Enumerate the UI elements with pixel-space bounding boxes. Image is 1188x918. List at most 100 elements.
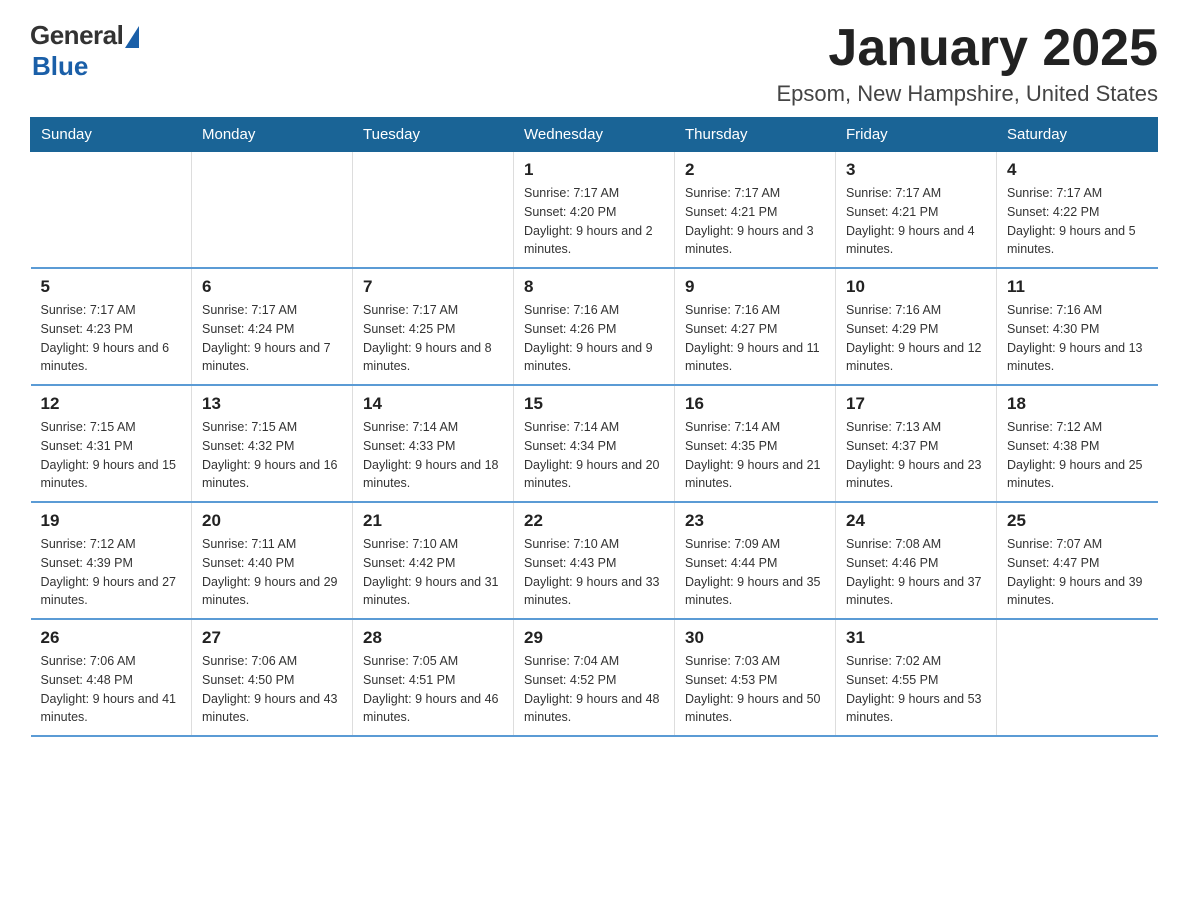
- day-info: Sunrise: 7:09 AMSunset: 4:44 PMDaylight:…: [685, 535, 825, 610]
- day-number: 22: [524, 511, 664, 531]
- calendar-week-row: 5Sunrise: 7:17 AMSunset: 4:23 PMDaylight…: [31, 268, 1158, 385]
- day-number: 3: [846, 160, 986, 180]
- day-info: Sunrise: 7:16 AMSunset: 4:30 PMDaylight:…: [1007, 301, 1148, 376]
- calendar-week-row: 12Sunrise: 7:15 AMSunset: 4:31 PMDayligh…: [31, 385, 1158, 502]
- calendar-cell: 24 Sunrise: 7:08 AMSunset: 4:46 PMDayligh…: [836, 502, 997, 619]
- day-number: 25: [1007, 511, 1148, 531]
- day-number: 5: [41, 277, 182, 297]
- day-info: Sunrise: 7:16 AMSunset: 4:29 PMDaylight:…: [846, 301, 986, 376]
- calendar-cell: 26 Sunrise: 7:06 AMSunset: 4:48 PMDayligh…: [31, 619, 192, 736]
- calendar-cell: 8 Sunrise: 7:16 AMSunset: 4:26 PMDaylight…: [514, 268, 675, 385]
- logo-blue-text: Blue: [32, 51, 88, 82]
- calendar-cell: [997, 619, 1158, 736]
- weekday-header-monday: Monday: [192, 118, 353, 152]
- logo: General Blue: [30, 20, 139, 82]
- calendar-cell: 9 Sunrise: 7:16 AMSunset: 4:27 PMDaylight…: [675, 268, 836, 385]
- calendar-cell: 4 Sunrise: 7:17 AMSunset: 4:22 PMDaylight…: [997, 152, 1158, 269]
- day-number: 13: [202, 394, 342, 414]
- day-number: 31: [846, 628, 986, 648]
- day-info: Sunrise: 7:12 AMSunset: 4:38 PMDaylight:…: [1007, 418, 1148, 493]
- day-number: 4: [1007, 160, 1148, 180]
- day-number: 15: [524, 394, 664, 414]
- day-number: 11: [1007, 277, 1148, 297]
- calendar-cell: 12Sunrise: 7:15 AMSunset: 4:31 PMDayligh…: [31, 385, 192, 502]
- day-info: Sunrise: 7:13 AMSunset: 4:37 PMDaylight:…: [846, 418, 986, 493]
- calendar-cell: 25 Sunrise: 7:07 AMSunset: 4:47 PMDayligh…: [997, 502, 1158, 619]
- calendar-week-row: 1 Sunrise: 7:17 AMSunset: 4:20 PMDaylight…: [31, 152, 1158, 269]
- calendar-cell: 10 Sunrise: 7:16 AMSunset: 4:29 PMDayligh…: [836, 268, 997, 385]
- location-text: Epsom, New Hampshire, United States: [777, 81, 1159, 107]
- calendar-week-row: 19 Sunrise: 7:12 AMSunset: 4:39 PMDayligh…: [31, 502, 1158, 619]
- day-info: Sunrise: 7:17 AMSunset: 4:20 PMDaylight:…: [524, 184, 664, 259]
- day-number: 26: [41, 628, 182, 648]
- calendar-cell: 19 Sunrise: 7:12 AMSunset: 4:39 PMDayligh…: [31, 502, 192, 619]
- calendar-cell: 2Sunrise: 7:17 AMSunset: 4:21 PMDaylight…: [675, 152, 836, 269]
- day-info: Sunrise: 7:14 AMSunset: 4:34 PMDaylight:…: [524, 418, 664, 493]
- day-info: Sunrise: 7:16 AMSunset: 4:26 PMDaylight:…: [524, 301, 664, 376]
- day-info: Sunrise: 7:17 AMSunset: 4:22 PMDaylight:…: [1007, 184, 1148, 259]
- day-info: Sunrise: 7:15 AMSunset: 4:32 PMDaylight:…: [202, 418, 342, 493]
- day-info: Sunrise: 7:07 AMSunset: 4:47 PMDaylight:…: [1007, 535, 1148, 610]
- title-section: January 2025 Epsom, New Hampshire, Unite…: [777, 20, 1159, 107]
- calendar-cell: 28Sunrise: 7:05 AMSunset: 4:51 PMDayligh…: [353, 619, 514, 736]
- day-info: Sunrise: 7:15 AMSunset: 4:31 PMDaylight:…: [41, 418, 182, 493]
- day-number: 30: [685, 628, 825, 648]
- day-number: 19: [41, 511, 182, 531]
- day-info: Sunrise: 7:14 AMSunset: 4:33 PMDaylight:…: [363, 418, 503, 493]
- calendar-cell: 30Sunrise: 7:03 AMSunset: 4:53 PMDayligh…: [675, 619, 836, 736]
- day-info: Sunrise: 7:17 AMSunset: 4:25 PMDaylight:…: [363, 301, 503, 376]
- calendar-cell: [353, 152, 514, 269]
- day-info: Sunrise: 7:04 AMSunset: 4:52 PMDaylight:…: [524, 652, 664, 727]
- calendar-cell: 7 Sunrise: 7:17 AMSunset: 4:25 PMDaylight…: [353, 268, 514, 385]
- day-number: 1: [524, 160, 664, 180]
- day-number: 10: [846, 277, 986, 297]
- day-info: Sunrise: 7:06 AMSunset: 4:50 PMDaylight:…: [202, 652, 342, 727]
- calendar-table: SundayMondayTuesdayWednesdayThursdayFrid…: [30, 117, 1158, 737]
- day-number: 24: [846, 511, 986, 531]
- day-info: Sunrise: 7:06 AMSunset: 4:48 PMDaylight:…: [41, 652, 182, 727]
- day-number: 7: [363, 277, 503, 297]
- day-info: Sunrise: 7:16 AMSunset: 4:27 PMDaylight:…: [685, 301, 825, 376]
- day-number: 21: [363, 511, 503, 531]
- day-info: Sunrise: 7:10 AMSunset: 4:43 PMDaylight:…: [524, 535, 664, 610]
- day-number: 29: [524, 628, 664, 648]
- day-number: 27: [202, 628, 342, 648]
- weekday-header-friday: Friday: [836, 118, 997, 152]
- day-info: Sunrise: 7:08 AMSunset: 4:46 PMDaylight:…: [846, 535, 986, 610]
- day-info: Sunrise: 7:11 AMSunset: 4:40 PMDaylight:…: [202, 535, 342, 610]
- calendar-cell: 27 Sunrise: 7:06 AMSunset: 4:50 PMDayligh…: [192, 619, 353, 736]
- day-number: 20: [202, 511, 342, 531]
- calendar-cell: [31, 152, 192, 269]
- calendar-cell: 1 Sunrise: 7:17 AMSunset: 4:20 PMDaylight…: [514, 152, 675, 269]
- weekday-header-saturday: Saturday: [997, 118, 1158, 152]
- day-info: Sunrise: 7:14 AMSunset: 4:35 PMDaylight:…: [685, 418, 825, 493]
- day-number: 28: [363, 628, 503, 648]
- weekday-header-thursday: Thursday: [675, 118, 836, 152]
- day-info: Sunrise: 7:02 AMSunset: 4:55 PMDaylight:…: [846, 652, 986, 727]
- calendar-cell: 18 Sunrise: 7:12 AMSunset: 4:38 PMDayligh…: [997, 385, 1158, 502]
- day-info: Sunrise: 7:17 AMSunset: 4:21 PMDaylight:…: [846, 184, 986, 259]
- calendar-cell: 23 Sunrise: 7:09 AMSunset: 4:44 PMDayligh…: [675, 502, 836, 619]
- calendar-cell: 5Sunrise: 7:17 AMSunset: 4:23 PMDaylight…: [31, 268, 192, 385]
- calendar-cell: 17 Sunrise: 7:13 AMSunset: 4:37 PMDayligh…: [836, 385, 997, 502]
- day-number: 17: [846, 394, 986, 414]
- weekday-header-sunday: Sunday: [31, 118, 192, 152]
- day-number: 23: [685, 511, 825, 531]
- calendar-cell: 29 Sunrise: 7:04 AMSunset: 4:52 PMDayligh…: [514, 619, 675, 736]
- calendar-cell: 14Sunrise: 7:14 AMSunset: 4:33 PMDayligh…: [353, 385, 514, 502]
- calendar-week-row: 26 Sunrise: 7:06 AMSunset: 4:48 PMDayligh…: [31, 619, 1158, 736]
- calendar-cell: [192, 152, 353, 269]
- weekday-header-tuesday: Tuesday: [353, 118, 514, 152]
- calendar-cell: 11 Sunrise: 7:16 AMSunset: 4:30 PMDayligh…: [997, 268, 1158, 385]
- day-info: Sunrise: 7:12 AMSunset: 4:39 PMDaylight:…: [41, 535, 182, 610]
- logo-general-text: General: [30, 20, 123, 51]
- day-number: 8: [524, 277, 664, 297]
- day-number: 18: [1007, 394, 1148, 414]
- day-number: 9: [685, 277, 825, 297]
- calendar-cell: 3 Sunrise: 7:17 AMSunset: 4:21 PMDaylight…: [836, 152, 997, 269]
- day-number: 6: [202, 277, 342, 297]
- day-number: 2: [685, 160, 825, 180]
- calendar-cell: 15 Sunrise: 7:14 AMSunset: 4:34 PMDayligh…: [514, 385, 675, 502]
- calendar-cell: 16Sunrise: 7:14 AMSunset: 4:35 PMDayligh…: [675, 385, 836, 502]
- calendar-cell: 22 Sunrise: 7:10 AMSunset: 4:43 PMDayligh…: [514, 502, 675, 619]
